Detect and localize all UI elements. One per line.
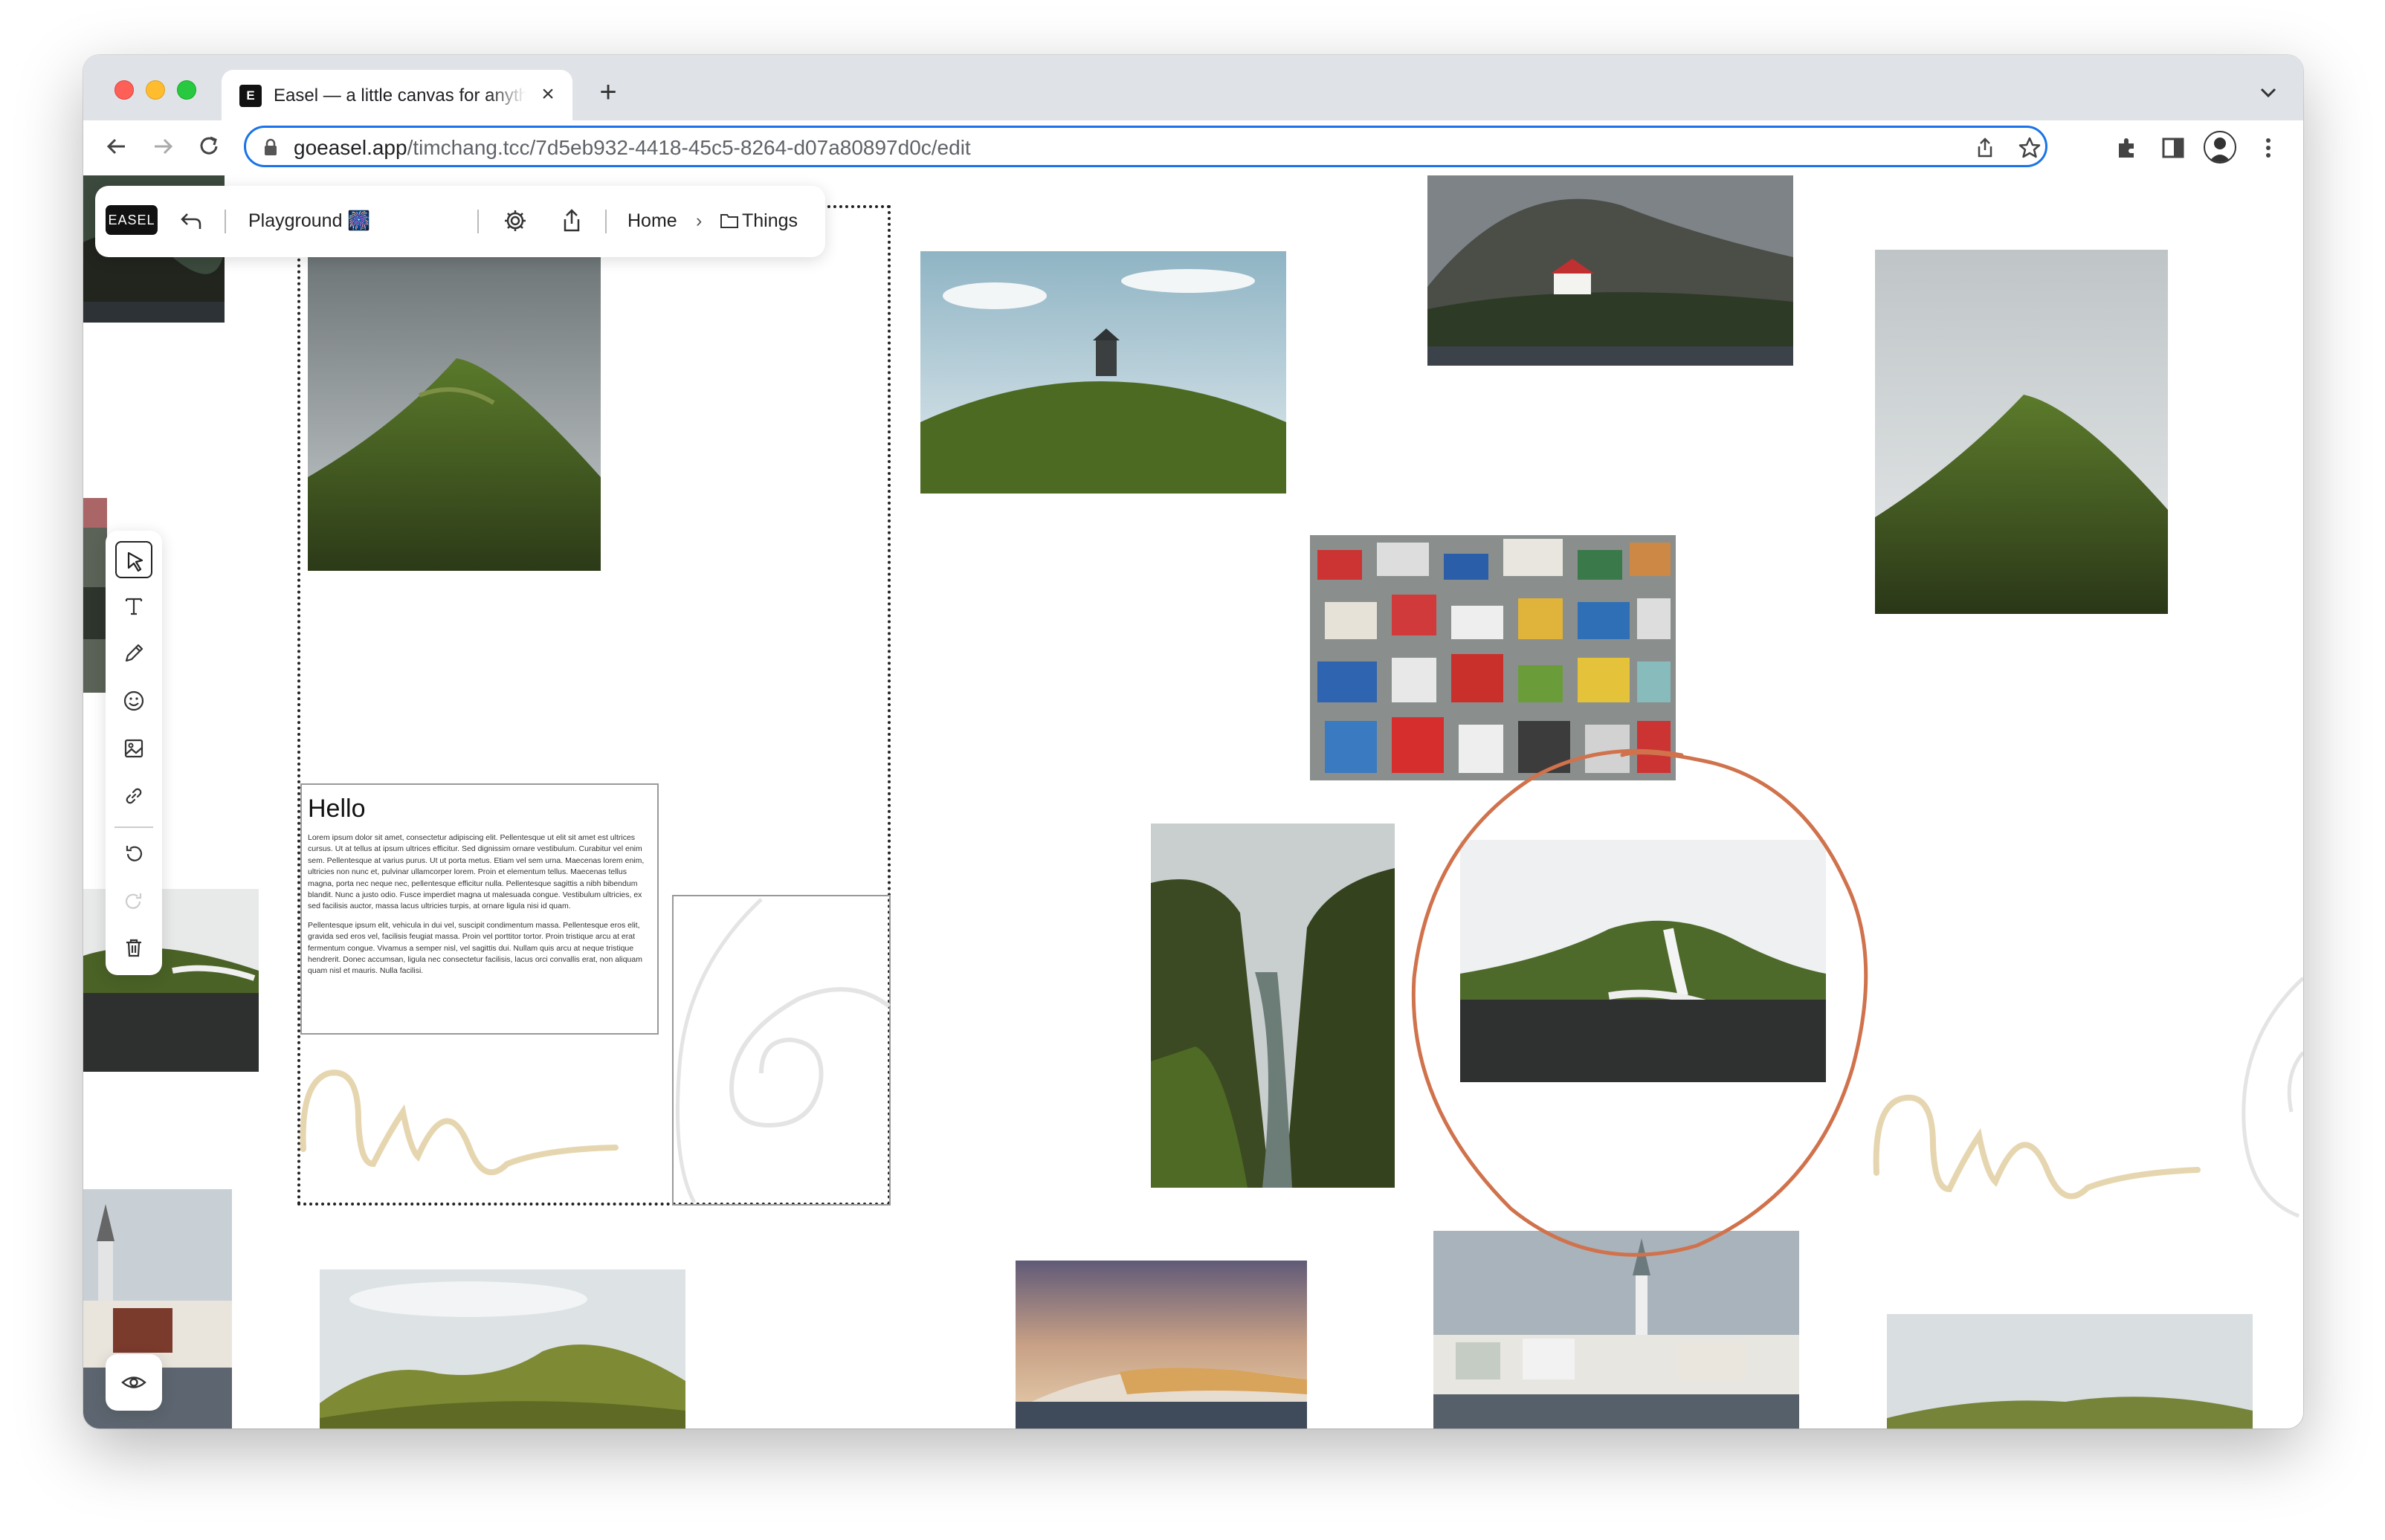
toolbar-divider	[605, 210, 607, 233]
pencil-icon	[125, 644, 143, 662]
spiral-drawing[interactable]	[672, 895, 891, 1206]
reload-icon[interactable]	[192, 129, 226, 164]
text-card-paragraph: Lorem ipsum dolor sit amet, consectetur …	[308, 833, 645, 911]
select-cursor-icon	[127, 551, 143, 572]
address-bar[interactable]: goeasel.app/timchang.tcc/7d5eb932-4418-4…	[244, 126, 2047, 167]
scribble-drawing-left[interactable]	[299, 1060, 626, 1186]
breadcrumb-folder[interactable]: Things	[742, 208, 798, 233]
undo-button[interactable]	[115, 835, 152, 873]
eye-icon	[121, 1376, 146, 1388]
toolbar-divider	[477, 210, 479, 233]
zoom-window-button[interactable]	[177, 80, 196, 100]
breadcrumb-home[interactable]: Home	[627, 208, 677, 233]
share-export-icon[interactable]	[558, 207, 586, 235]
close-window-button[interactable]	[114, 80, 134, 100]
folder-icon	[720, 214, 738, 228]
orange-circle-drawing[interactable]	[1399, 733, 1890, 1268]
text-card-paragraph: Pellentesque ipsum elit, vehicula in dui…	[308, 920, 642, 976]
side-panel-icon[interactable]	[2159, 134, 2187, 162]
text-tool-button[interactable]	[115, 587, 152, 624]
redo-button[interactable]	[115, 883, 152, 920]
photo-house-under-mountain[interactable]	[1427, 175, 1793, 366]
photo-left-middle-fragment[interactable]	[83, 498, 107, 693]
tab-title: Easel — a little canvas for anything	[274, 85, 526, 106]
photo-green-hills-bottom-right[interactable]	[1887, 1314, 2253, 1429]
easel-favicon-icon: E	[239, 85, 262, 107]
easel-canvas[interactable]: Hello Lorem ipsum dolor sit amet, consec…	[83, 175, 2303, 1429]
tool-divider	[114, 826, 153, 828]
kebab-menu-icon[interactable]	[2254, 134, 2282, 162]
photo-green-hills-bottom-left[interactable]	[320, 1269, 685, 1429]
text-tool-icon	[125, 598, 143, 615]
back-arrow-icon[interactable]	[100, 129, 134, 164]
link-tool-button[interactable]	[115, 777, 152, 815]
extensions-puzzle-icon[interactable]	[2113, 134, 2141, 162]
scribble-drawing-right[interactable]	[1871, 1076, 2205, 1210]
back-arrow-icon[interactable]	[177, 207, 205, 235]
image-tool-button[interactable]	[115, 730, 152, 767]
tab-strip: E Easel — a little canvas for anything ×…	[83, 55, 2303, 120]
avatar-person-icon	[2209, 138, 2231, 162]
browser-tab-easel[interactable]: E Easel — a little canvas for anything ×	[222, 70, 572, 120]
image-icon	[124, 739, 143, 758]
browser-toolbar: goeasel.app/timchang.tcc/7d5eb932-4418-4…	[83, 120, 2303, 176]
emoji-tool-button[interactable]	[115, 682, 152, 719]
select-tool-button[interactable]	[115, 541, 152, 578]
link-icon	[126, 788, 142, 804]
new-tab-plus-icon[interactable]: +	[593, 77, 623, 109]
tab-search-chevron-icon[interactable]	[2256, 82, 2281, 104]
photo-kirkjufell-right[interactable]	[1875, 250, 2168, 614]
photo-sunset-snow-cliffs[interactable]	[1016, 1261, 1307, 1429]
delete-button[interactable]	[115, 929, 152, 966]
url-host: goeasel.app	[294, 136, 407, 159]
spiral-drawing-right-fragment[interactable]	[2239, 971, 2303, 1223]
undo-icon	[126, 846, 143, 861]
redo-icon	[125, 893, 142, 909]
settings-gear-icon[interactable]	[501, 207, 529, 235]
bookmark-star-icon[interactable]	[2017, 135, 2042, 161]
browser-chrome: E Easel — a little canvas for anything ×…	[83, 55, 2303, 176]
forward-arrow-icon[interactable]	[146, 129, 180, 164]
minimize-window-button[interactable]	[146, 80, 165, 100]
tab-close-icon[interactable]: ×	[535, 82, 561, 107]
browser-window: E Easel — a little canvas for anything ×…	[83, 55, 2303, 1429]
photo-hill-with-tower[interactable]	[920, 251, 1286, 494]
toolbar-divider	[225, 210, 226, 233]
profile-avatar[interactable]	[2204, 131, 2236, 164]
breadcrumb-separator: ›	[696, 210, 703, 231]
easel-top-bar: EASEL Playground 🎆 Home › Things	[95, 186, 825, 257]
share-icon[interactable]	[1972, 135, 1998, 161]
emoji-icon	[123, 690, 144, 711]
photo-fjadrargljufur-canyon[interactable]	[1151, 824, 1395, 1188]
tool-palette	[106, 531, 162, 975]
easel-logo[interactable]: EASEL	[106, 205, 158, 235]
url-text: goeasel.app/timchang.tcc/7d5eb932-4418-4…	[294, 135, 971, 161]
preview-button[interactable]	[106, 1354, 162, 1411]
lock-icon	[265, 138, 277, 155]
text-card-heading: Hello	[308, 795, 366, 823]
trash-icon	[126, 939, 141, 957]
board-name[interactable]: Playground 🎆	[248, 208, 371, 233]
text-card[interactable]: Hello Lorem ipsum dolor sit amet, consec…	[300, 783, 659, 1035]
url-path: /timchang.tcc/7d5eb932-4418-45c5-8264-d0…	[407, 136, 971, 159]
pencil-tool-button[interactable]	[115, 635, 152, 672]
